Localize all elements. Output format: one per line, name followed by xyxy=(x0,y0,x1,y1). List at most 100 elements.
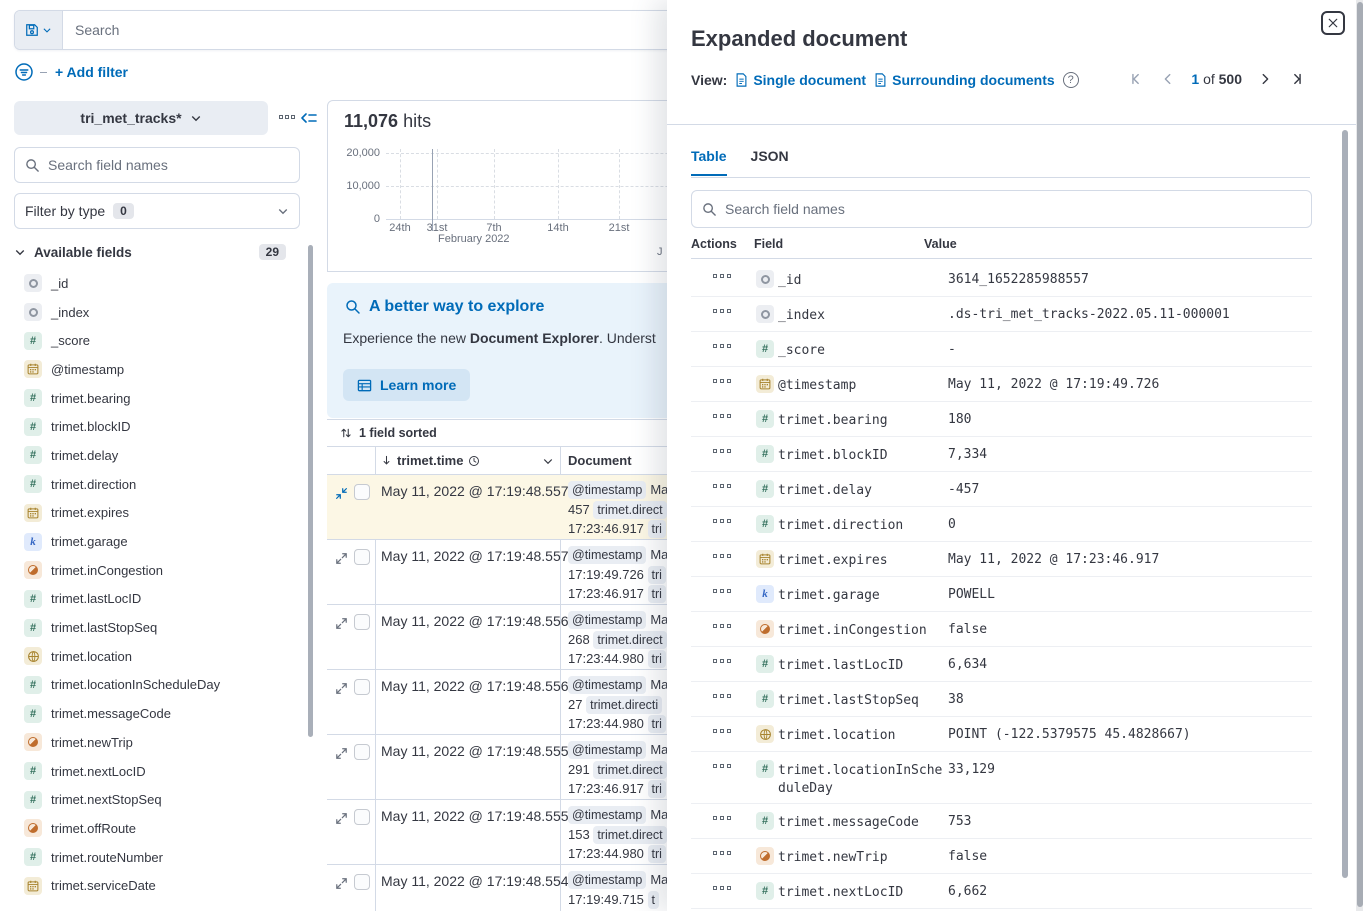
field-value-text: Ma xyxy=(650,872,668,887)
row-actions-icon[interactable] xyxy=(713,484,731,488)
row-actions-icon[interactable] xyxy=(713,274,731,278)
row-checkbox[interactable] xyxy=(354,484,370,500)
sidebar-field-trimet.messageCode[interactable]: #trimet.messageCode xyxy=(14,699,300,728)
flyout-scrollbar[interactable] xyxy=(1342,130,1348,878)
page-scrollbar[interactable] xyxy=(1356,0,1363,911)
sidebar-field-trimet.routeNumber[interactable]: #trimet.routeNumber xyxy=(14,843,300,872)
row-time-value: May 11, 2022 @ 17:19:48.556 xyxy=(381,613,569,629)
field-pill: trimet.direct xyxy=(593,501,666,519)
field-search-input[interactable] xyxy=(48,157,289,173)
saved-query-menu-button[interactable] xyxy=(15,11,63,49)
sidebar-field-trimet.inCongestion[interactable]: trimet.inCongestion xyxy=(14,556,300,585)
question-circle-icon[interactable]: ? xyxy=(1063,72,1079,88)
sidebar-field-_index[interactable]: _index xyxy=(14,298,300,327)
sidebar-field-trimet.blockID[interactable]: #trimet.blockID xyxy=(14,412,300,441)
sidebar-field-_id[interactable]: _id xyxy=(14,269,300,298)
row-actions-icon[interactable] xyxy=(713,414,731,418)
tab-json[interactable]: JSON xyxy=(751,148,789,176)
single-document-link[interactable]: Single document xyxy=(735,72,866,88)
sidebar-field-trimet.direction[interactable]: #trimet.direction xyxy=(14,470,300,499)
number-field-icon: # xyxy=(24,418,42,436)
close-icon[interactable] xyxy=(1321,11,1345,35)
flyout-field-row-trimet.locationInScheduleDay: #trimet.locationInScheduleDay33,129 xyxy=(691,752,1312,804)
row-actions-icon[interactable] xyxy=(713,519,731,523)
filter-circle-icon[interactable] xyxy=(14,62,34,82)
sidebar-field-_score[interactable]: #_score xyxy=(14,326,300,355)
sidebar-scrollbar[interactable] xyxy=(308,245,313,737)
field-value: 0 xyxy=(948,517,1308,532)
sidebar-field-trimet.location[interactable]: trimet.location xyxy=(14,642,300,671)
field-pill: trimet.direct xyxy=(593,761,666,779)
expand-document-icon[interactable] xyxy=(335,550,351,566)
expand-document-icon[interactable] xyxy=(335,680,351,696)
row-checkbox[interactable] xyxy=(354,679,370,695)
sidebar-field-trimet.serviceDate[interactable]: trimet.serviceDate xyxy=(14,871,300,900)
expand-document-icon[interactable] xyxy=(335,745,351,761)
view-label: View: xyxy=(691,72,727,88)
sidebar-field-trimet.nextLocID[interactable]: #trimet.nextLocID xyxy=(14,757,300,786)
surrounding-documents-link[interactable]: Surrounding documents xyxy=(874,72,1055,88)
row-actions-icon[interactable] xyxy=(713,694,731,698)
sidebar-field-trimet.lastLocID[interactable]: #trimet.lastLocID xyxy=(14,585,300,614)
row-checkbox[interactable] xyxy=(354,549,370,565)
filter-by-type-select[interactable]: Filter by type 0 xyxy=(14,193,300,229)
row-actions-icon[interactable] xyxy=(713,886,731,890)
flyout-field-search-input[interactable] xyxy=(725,201,1301,217)
available-fields-header[interactable]: Available fields 29 xyxy=(14,240,286,264)
row-checkbox[interactable] xyxy=(354,744,370,760)
sidebar-field-@timestamp[interactable]: @timestamp xyxy=(14,355,300,384)
row-actions-icon[interactable] xyxy=(713,624,731,628)
flyout-field-row-trimet.bearing: #trimet.bearing180 xyxy=(691,402,1312,437)
field-value-text: Ma xyxy=(650,742,668,757)
row-actions-icon[interactable] xyxy=(713,449,731,453)
row-document-preview: @timestampMa 291 trimet.direct17:23:46.9… xyxy=(568,741,668,800)
expand-document-icon[interactable] xyxy=(335,875,351,891)
sidebar-field-trimet.locationInScheduleDay[interactable]: #trimet.locationInScheduleDay xyxy=(14,671,300,700)
sidebar-field-trimet.bearing[interactable]: #trimet.bearing xyxy=(14,384,300,413)
sidebar-field-trimet.offRoute[interactable]: trimet.offRoute xyxy=(14,814,300,843)
field-pill: tri xyxy=(648,845,666,863)
learn-more-button[interactable]: Learn more xyxy=(343,369,470,401)
row-actions-icon[interactable] xyxy=(713,764,731,768)
next-page-button[interactable] xyxy=(1256,70,1274,88)
sidebar-field-trimet.nextStopSeq[interactable]: #trimet.nextStopSeq xyxy=(14,785,300,814)
expand-document-icon[interactable] xyxy=(335,810,351,826)
time-column-header[interactable]: trimet.time xyxy=(381,453,480,468)
field-value: -457 xyxy=(948,482,1308,497)
row-actions-icon[interactable] xyxy=(713,344,731,348)
row-checkbox[interactable] xyxy=(354,874,370,890)
column-menu-chevron-icon[interactable] xyxy=(542,455,554,467)
sidebar-field-trimet.garage[interactable]: ktrimet.garage xyxy=(14,527,300,556)
meta-field-icon xyxy=(24,303,42,321)
index-pattern-selector[interactable]: tri_met_tracks* xyxy=(14,101,268,135)
row-actions-icon[interactable] xyxy=(713,659,731,663)
row-document-preview: @timestampMa 457 trimet.direct17:23:46.9… xyxy=(568,481,668,540)
tab-table[interactable]: Table xyxy=(691,148,727,176)
row-actions-icon[interactable] xyxy=(713,816,731,820)
field-name: trimet.nextLocID xyxy=(778,884,950,902)
last-page-button[interactable] xyxy=(1288,70,1306,88)
sidebar-field-trimet.delay[interactable]: #trimet.delay xyxy=(14,441,300,470)
row-actions-icon[interactable] xyxy=(713,589,731,593)
first-page-button[interactable] xyxy=(1127,70,1145,88)
row-checkbox[interactable] xyxy=(354,614,370,630)
boolean-field-icon xyxy=(756,620,774,638)
boxes-horizontal-icon[interactable] xyxy=(279,115,295,119)
row-actions-icon[interactable] xyxy=(713,554,731,558)
field-name-label: trimet.messageCode xyxy=(51,706,171,721)
sidebar-field-trimet.lastStopSeq[interactable]: #trimet.lastStopSeq xyxy=(14,613,300,642)
sidebar-field-trimet.newTrip[interactable]: trimet.newTrip xyxy=(14,728,300,757)
row-actions-icon[interactable] xyxy=(713,729,731,733)
field-name-label: trimet.locationInScheduleDay xyxy=(51,677,220,692)
row-actions-icon[interactable] xyxy=(713,309,731,313)
row-actions-icon[interactable] xyxy=(713,851,731,855)
row-actions-icon[interactable] xyxy=(713,379,731,383)
add-filter-button[interactable]: + Add filter xyxy=(55,64,128,80)
collapse-sidebar-icon[interactable] xyxy=(301,110,317,126)
sidebar-field-trimet.expires[interactable]: trimet.expires xyxy=(14,499,300,528)
row-checkbox[interactable] xyxy=(354,809,370,825)
previous-page-button[interactable] xyxy=(1159,70,1177,88)
view-switcher: View: Single document Surrounding docume… xyxy=(691,72,1079,88)
collapse-document-icon[interactable] xyxy=(335,485,351,501)
expand-document-icon[interactable] xyxy=(335,615,351,631)
